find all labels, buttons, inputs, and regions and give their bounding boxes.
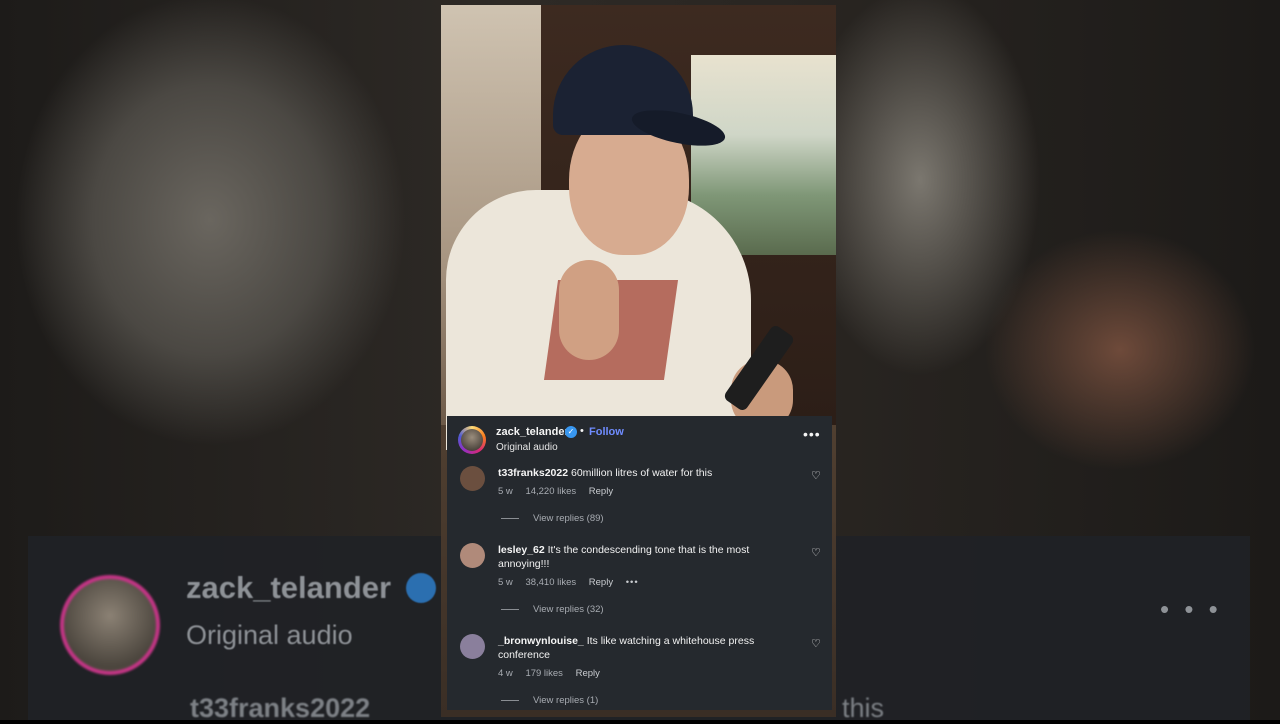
view-replies-label: View replies (32) (533, 604, 604, 615)
commenter-avatar[interactable] (460, 543, 485, 568)
comment-body: _bronwynlouise_ Its like watching a whit… (498, 634, 768, 662)
commenter-avatar[interactable] (460, 466, 485, 491)
background-username: zack_telander (186, 570, 392, 605)
background-comment-user: t33franks2022 (190, 693, 371, 723)
like-heart-icon[interactable]: ♡ (811, 637, 821, 650)
comment-body: t33franks2022 60million litres of water … (498, 466, 768, 480)
comment-likes[interactable]: 14,220 likes (525, 486, 576, 497)
view-replies-label: View replies (1) (533, 695, 599, 706)
view-replies-label: View replies (89) (533, 513, 604, 524)
comment-text: 60million litres of water for this (570, 467, 713, 479)
like-heart-icon[interactable]: ♡ (811, 469, 821, 482)
background-audio-label: Original audio (186, 620, 353, 650)
verified-icon: ✓ (565, 426, 577, 438)
author-avatar-photo (461, 429, 483, 451)
comment-age: 5 w (498, 577, 513, 588)
comment-username[interactable]: t33franks2022 (498, 467, 568, 479)
background-comment-fragment: this (842, 693, 885, 723)
view-replies-link[interactable]: View replies (89) (501, 513, 604, 524)
comment-likes[interactable]: 38,410 likes (525, 577, 576, 588)
comment-age: 4 w (498, 668, 513, 679)
view-replies-line (501, 517, 519, 519)
comment-username[interactable]: _bronwynlouise_ (498, 635, 584, 647)
comment-username[interactable]: lesley_62 (498, 544, 545, 556)
reply-button[interactable]: Reply (576, 668, 600, 679)
background-avatar (60, 575, 160, 675)
comment-more-icon[interactable]: ••• (626, 577, 639, 588)
comment-meta: 4 w 179 likes Reply (498, 668, 610, 679)
comments-panel: zack_telander ✓ • Follow Original audio … (447, 416, 832, 710)
more-options-icon[interactable]: ••• (803, 427, 821, 441)
background-verified-icon (406, 573, 436, 603)
background-more-icon: • • • (1160, 594, 1222, 624)
view-replies-line (501, 608, 519, 610)
comment-meta: 5 w 38,410 likes Reply ••• (498, 577, 649, 588)
reply-button[interactable]: Reply (589, 486, 613, 497)
author-avatar[interactable] (458, 426, 486, 454)
comment-body: lesley_62 It's the condescending tone th… (498, 543, 768, 571)
view-replies-link[interactable]: View replies (1) (501, 695, 598, 706)
author-username[interactable]: zack_telander (496, 426, 569, 438)
follow-button[interactable]: Follow (589, 426, 624, 438)
video-hand (559, 260, 619, 360)
view-replies-line (501, 699, 519, 701)
comment-age: 5 w (498, 486, 513, 497)
commenter-avatar[interactable] (460, 634, 485, 659)
audio-label[interactable]: Original audio (496, 442, 558, 453)
separator-dot: • (580, 425, 584, 437)
comment-meta: 5 w 14,220 likes Reply (498, 486, 623, 497)
like-heart-icon[interactable]: ♡ (811, 546, 821, 559)
view-replies-link[interactable]: View replies (32) (501, 604, 604, 615)
reply-button[interactable]: Reply (589, 577, 613, 588)
comment-likes[interactable]: 179 likes (525, 668, 563, 679)
